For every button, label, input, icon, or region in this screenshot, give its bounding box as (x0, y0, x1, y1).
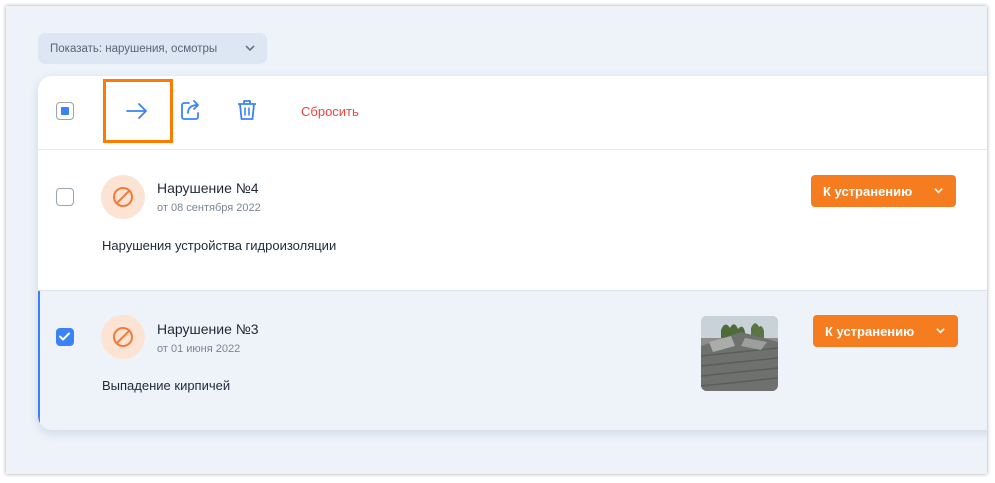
item-title[interactable]: Нарушение №4 (157, 180, 259, 196)
row-checkbox[interactable] (56, 328, 74, 346)
item-description: Нарушения устройства гидроизоляции (102, 238, 337, 253)
bulk-actions-toolbar: Сбросить (38, 76, 987, 150)
chevron-down-icon (936, 328, 945, 334)
select-all-checkbox[interactable] (56, 102, 74, 120)
status-label: К устранению (823, 183, 913, 199)
violation-avatar (101, 175, 145, 219)
status-dropdown[interactable]: К устранению (813, 315, 958, 347)
row-checkbox[interactable] (56, 188, 74, 206)
app-frame: Показать: нарушения, осмотры Сбросить На… (6, 6, 987, 474)
trash-icon[interactable] (234, 97, 260, 123)
item-photo[interactable] (701, 316, 778, 391)
reset-button[interactable]: Сбросить (301, 104, 359, 119)
status-dropdown[interactable]: К устранению (811, 175, 956, 207)
filter-label: Показать: нарушения, осмотры (50, 42, 218, 55)
share-icon[interactable] (178, 97, 204, 123)
list-item[interactable]: Нарушение №4 от 08 сентября 2022 Нарушен… (38, 150, 987, 291)
prohibited-icon (113, 327, 133, 347)
item-description: Выпадение кирпичей (102, 378, 231, 393)
item-title[interactable]: Нарушение №3 (157, 321, 259, 337)
prohibited-icon (113, 187, 133, 207)
status-label: К устранению (825, 323, 915, 339)
filter-dropdown[interactable]: Показать: нарушения, осмотры (38, 33, 267, 64)
highlight-frame (103, 79, 173, 143)
list-item[interactable]: Нарушение №3 от 01 июня 2022 Выпадение к… (38, 291, 987, 430)
violation-avatar (101, 315, 145, 359)
chevron-down-icon (245, 45, 255, 52)
violations-list-card: Сбросить Нарушение №4 от 08 сентября 202… (38, 76, 987, 430)
item-date: от 01 июня 2022 (157, 343, 241, 355)
item-date: от 08 сентября 2022 (157, 202, 261, 214)
check-icon (59, 332, 70, 341)
chevron-down-icon (934, 188, 943, 194)
